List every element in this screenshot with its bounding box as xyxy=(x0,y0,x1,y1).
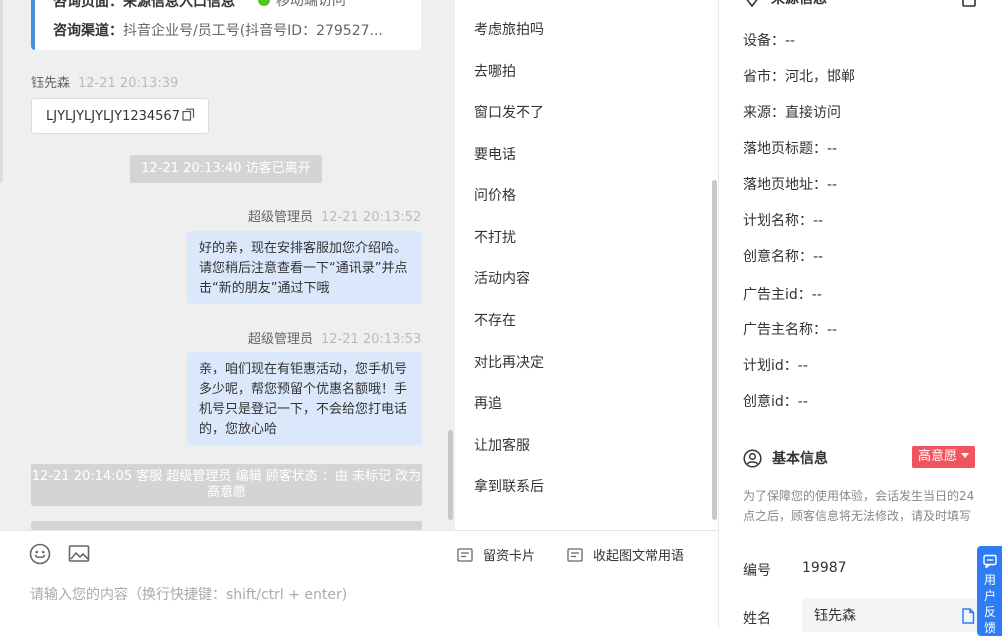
agent-message-bubble: 好的亲，现在安排客服加您介绍哈。请您稍后注意查看一下“通讯录”并点击“新的朋友”… xyxy=(187,231,422,304)
user-feedback-button[interactable]: 用户反馈 xyxy=(977,546,1002,636)
id-label: 编号 xyxy=(743,563,771,579)
source-plan-id: 计划id：-- xyxy=(743,358,808,374)
info-card-row1: 咨询页面：来源信息入口信息 移动端访问 xyxy=(53,0,346,11)
source-channel: 来源：直接访问 xyxy=(743,105,841,121)
id-value: 19987 xyxy=(802,560,847,576)
emoji-icon[interactable] xyxy=(29,543,51,565)
source-creative-id: 创意id：-- xyxy=(743,394,808,410)
quick-reply-item[interactable]: 对比再决定 xyxy=(474,352,544,372)
copy-icon[interactable] xyxy=(182,108,195,125)
source-creative-name: 创意名称：-- xyxy=(743,249,824,265)
chat-scrollbar[interactable] xyxy=(448,430,453,520)
agent-name-line: 超级管理员 12-21 20:13:53 xyxy=(248,332,422,347)
quick-reply-item[interactable]: 活动内容 xyxy=(474,268,530,288)
phrases-icon xyxy=(567,547,583,562)
feedback-icon xyxy=(983,554,997,568)
visitor-name-line: 钰先森 12-21 20:13:39 xyxy=(31,76,179,91)
source-advertiser-id: 广告主id：-- xyxy=(743,287,822,303)
quick-reply-scrollbar[interactable] xyxy=(712,180,717,520)
visitor-message-bubble: LJYLJYLJYLJY1234567 xyxy=(31,98,209,134)
source-plan-name: 计划名称：-- xyxy=(743,213,824,229)
collapse-phrases-button[interactable]: 收起图文常用语 xyxy=(567,545,684,564)
quick-reply-item[interactable]: 要电话 xyxy=(474,144,516,164)
quick-reply-item[interactable]: 去哪拍 xyxy=(474,61,516,81)
customer-name-field[interactable] xyxy=(802,598,977,632)
source-landing-url: 落地页地址：-- xyxy=(743,177,838,193)
customer-info-panel: 来源信息 设备：-- 省市：河北，邯郸 来源：直接访问 落地页标题：-- 落地页… xyxy=(718,0,1002,636)
quick-reply-item[interactable]: 不打扰 xyxy=(474,227,516,247)
edit-deadline-note: 为了保障您的使用体验，会话发生当日的24点之后，顾客信息将无法修改，请及时填写 xyxy=(743,489,975,523)
source-advertiser-name: 广告主名称：-- xyxy=(743,322,838,338)
intent-status-dropdown[interactable]: 高意愿 xyxy=(912,446,976,468)
quick-reply-item[interactable]: 拿到联系后 xyxy=(474,476,544,496)
user-icon xyxy=(743,448,762,468)
lead-card-button[interactable]: 留资卡片 xyxy=(457,545,535,564)
quick-reply-item[interactable]: 不存在 xyxy=(474,310,516,330)
quick-reply-item[interactable]: 窗口发不了 xyxy=(474,102,544,122)
quick-reply-item[interactable]: 让加客服 xyxy=(474,435,530,455)
consult-channel-row: 咨询渠道：抖音企业号/员工号(抖音号ID：279527... xyxy=(53,23,383,39)
quick-reply-item[interactable]: 考虑旅拍吗 xyxy=(474,19,544,39)
system-message-left: 12-21 20:13:40 访客已离开 xyxy=(130,155,322,183)
source-landing-title: 落地页标题：-- xyxy=(743,141,838,157)
source-region: 省市：河北，邯郸 xyxy=(743,69,855,85)
image-icon[interactable] xyxy=(68,543,90,565)
message-composer: 留资卡片 收起图文常用语 xyxy=(0,530,718,629)
system-status-change-message: 12-21 20:14:05 客服 超级管理员 编辑 顾客状态 ：由 未标记 改… xyxy=(31,464,422,506)
source-info-header: 来源信息 xyxy=(743,0,827,8)
system-message-partial xyxy=(31,521,422,530)
name-label: 姓名 xyxy=(743,611,771,627)
chat-edge xyxy=(0,0,3,182)
basic-info-header: 基本信息 xyxy=(743,448,828,468)
agent-message-bubble: 亲，咱们现在有钜惠活动，您手机号多少呢，帮您预留个优惠名额哦！手机号只是登记一下… xyxy=(187,352,422,445)
quick-reply-panel: 考虑旅拍吗 去哪拍 窗口发不了 要电话 问价格 不打扰 活动内容 不存在 对比再… xyxy=(455,0,718,530)
chat-panel[interactable]: 咨询页面：来源信息入口信息 移动端访问 咨询渠道：抖音企业号/员工号(抖音号ID… xyxy=(0,0,455,530)
location-icon xyxy=(746,0,758,7)
consult-info-card: 咨询页面：来源信息入口信息 移动端访问 咨询渠道：抖音企业号/员工号(抖音号ID… xyxy=(31,0,421,50)
agent-name-line: 超级管理员 12-21 20:13:52 xyxy=(248,210,422,225)
message-input[interactable] xyxy=(30,583,670,607)
card-icon xyxy=(457,547,473,562)
quick-reply-item[interactable]: 再追 xyxy=(474,393,502,413)
settings-icon[interactable] xyxy=(961,0,977,12)
document-icon[interactable] xyxy=(961,608,975,628)
quick-reply-item[interactable]: 问价格 xyxy=(474,185,516,205)
source-device: 设备：-- xyxy=(743,33,796,49)
access-status-badge: 移动端访问 xyxy=(257,0,346,10)
online-dot-icon xyxy=(257,0,270,6)
